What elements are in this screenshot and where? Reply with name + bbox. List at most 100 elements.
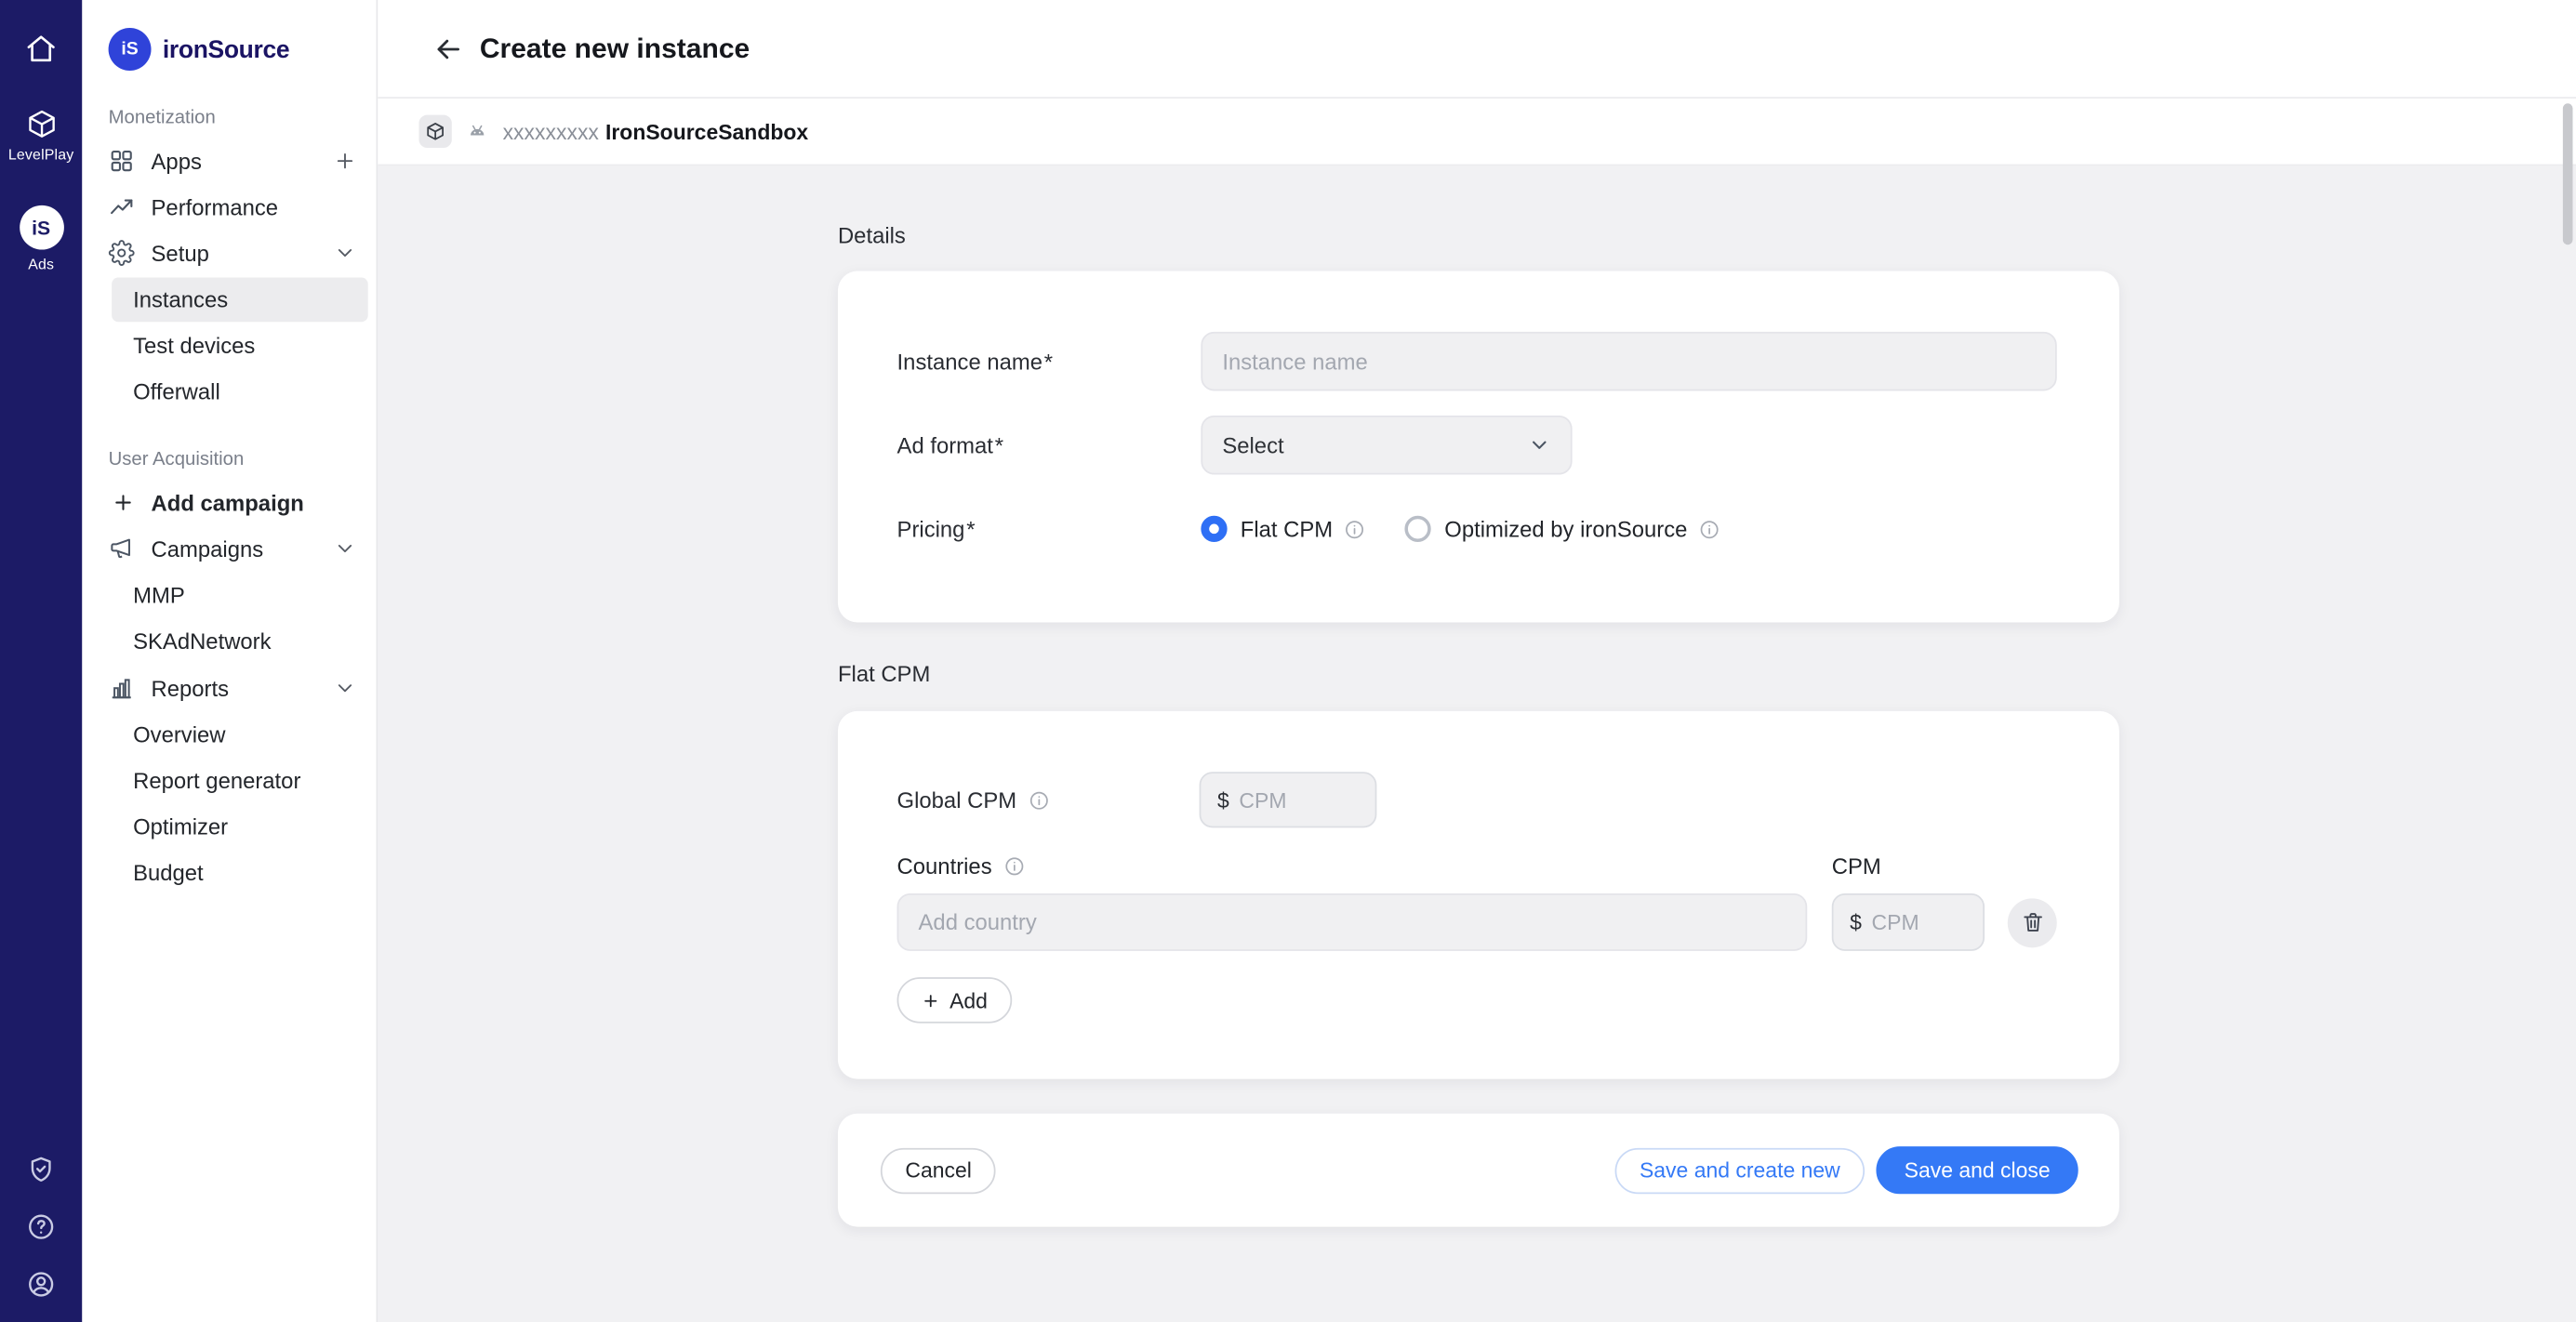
flat-cpm-radio[interactable] [1201,516,1227,542]
info-icon[interactable] [1028,789,1049,811]
sidebar-item-reports[interactable]: Reports [82,665,376,710]
sidebar-item-skadnetwork[interactable]: SKAdNetwork [112,619,368,664]
sidebar-item-overview[interactable]: Overview [112,713,368,758]
sidebar: iS ironSource Monetization Apps Performa… [82,0,378,1322]
ad-format-label: Ad format* [897,432,1202,456]
chevron-down-icon[interactable] [334,677,357,700]
sidebar-item-budget[interactable]: Budget [112,851,368,895]
instance-name-label: Instance name* [897,349,1202,373]
countries-header: Countries CPM [897,854,2119,879]
global-cpm-label: Global CPM [897,787,1200,812]
ads-label: Ads [28,257,54,273]
brand-name: ironSource [163,35,289,63]
help-icon[interactable] [26,1212,56,1242]
page-header: Create new instance [378,0,2576,99]
back-arrow-icon[interactable] [432,32,465,64]
sidebar-item-label: Apps [152,149,202,173]
pricing-label: Pricing* [897,517,1202,541]
sidebar-item-label: Setup [152,241,209,265]
flat-cpm-card: Global CPM $ Countries [838,711,2119,1079]
ad-format-select[interactable]: Select [1201,416,1572,475]
chevron-down-icon [1528,433,1551,456]
currency-symbol: $ [1850,910,1862,934]
country-cpm-row: $ [897,893,2119,951]
app-window: LevelPlay iS Ads iS ironSource Monetizat… [0,0,2576,1322]
instance-name-row: Instance name* [897,332,2119,391]
save-and-close-button[interactable]: Save and close [1877,1146,2078,1194]
cancel-button[interactable]: Cancel [881,1147,996,1193]
app-name: IronSourceSandbox [605,119,808,143]
app-context-bar: xxxxxxxxx IronSourceSandbox [378,99,2576,165]
product-rail: LevelPlay iS Ads [0,0,82,1322]
sidebar-item-report-generator[interactable]: Report generator [112,759,368,803]
sidebar-item-label: Reports [152,676,230,700]
shield-icon[interactable] [26,1155,56,1184]
sidebar-item-optimizer[interactable]: Optimizer [112,805,368,850]
main-area: Create new instance xxxxxxxxx IronSource… [378,0,2576,1322]
brand[interactable]: iS ironSource [82,26,376,72]
plus-icon [112,491,135,514]
sidebar-item-setup[interactable]: Setup [82,230,376,275]
apps-grid-icon [109,148,135,174]
performance-chart-icon [109,193,135,219]
chevron-down-icon[interactable] [334,537,357,561]
account-icon[interactable] [26,1270,56,1300]
info-icon[interactable] [1345,518,1366,539]
country-input[interactable] [897,893,1808,951]
ad-format-selected-value: Select [1222,432,1283,456]
sidebar-item-label: Performance [152,194,279,218]
optimized-radio-label: Optimized by ironSource [1444,517,1687,541]
gear-icon [109,240,135,266]
pricing-radio-group: Flat CPM Optimized by ironSource [1201,516,1720,542]
content-scroll-area: Details Instance name* Ad format* Se [378,165,2576,1322]
levelplay-cube-icon [25,109,57,140]
country-cpm-input[interactable] [1872,910,1967,934]
footer-actions-card: Cancel Save and create new Save and clos… [838,1114,2119,1227]
sidebar-item-test-devices[interactable]: Test devices [112,324,368,368]
footer-right-actions: Save and create new Save and close [1614,1146,2078,1194]
rail-item-ads[interactable]: iS Ads [19,205,63,272]
rail-item-levelplay[interactable]: LevelPlay [8,109,74,163]
sidebar-item-add-campaign[interactable]: Add campaign [82,480,376,525]
add-app-icon[interactable] [334,150,357,173]
levelplay-label: LevelPlay [8,146,74,163]
add-country-label: Add [949,988,988,1012]
cpm-column-header: CPM [1832,854,1881,879]
sidebar-item-label: Campaigns [152,536,264,561]
chevron-down-icon[interactable] [334,242,357,265]
required-asterisk: * [1044,349,1053,373]
sidebar-item-apps[interactable]: Apps [82,138,376,183]
trash-icon [2020,910,2044,934]
section-user-acquisition: User Acquisition [82,450,376,469]
sidebar-item-performance[interactable]: Performance [82,184,376,230]
ads-logo-icon: iS [19,205,63,250]
flat-cpm-section-title: Flat CPM [838,662,2119,686]
sidebar-item-label: Add campaign [152,490,304,514]
instance-name-input[interactable] [1201,332,2056,391]
app-cube-icon [418,115,451,148]
required-asterisk: * [966,517,975,541]
vertical-scrollbar[interactable] [2563,103,2573,245]
info-icon[interactable] [1003,855,1025,877]
sidebar-item-mmp[interactable]: MMP [112,574,368,618]
country-cpm-field: $ [1832,893,1985,951]
global-cpm-row: Global CPM $ [897,772,2119,827]
sidebar-item-instances[interactable]: Instances [112,278,368,323]
bar-chart-icon [109,675,135,701]
info-icon[interactable] [1699,518,1720,539]
details-section-title: Details [838,223,2119,247]
ad-format-row: Ad format* Select [897,416,2119,475]
android-icon [465,119,489,143]
global-cpm-input[interactable] [1239,787,1359,812]
app-id: xxxxxxxxx [503,119,599,143]
delete-row-button[interactable] [2008,897,2057,946]
optimized-radio[interactable] [1405,516,1431,542]
rail-bottom [26,1155,56,1299]
currency-symbol: $ [1217,787,1229,812]
home-icon[interactable] [24,33,57,65]
megaphone-icon [109,535,135,562]
sidebar-item-campaigns[interactable]: Campaigns [82,525,376,571]
sidebar-item-offerwall[interactable]: Offerwall [112,369,368,414]
add-country-button[interactable]: Add [897,977,1013,1023]
save-and-create-new-button[interactable]: Save and create new [1614,1147,1865,1193]
